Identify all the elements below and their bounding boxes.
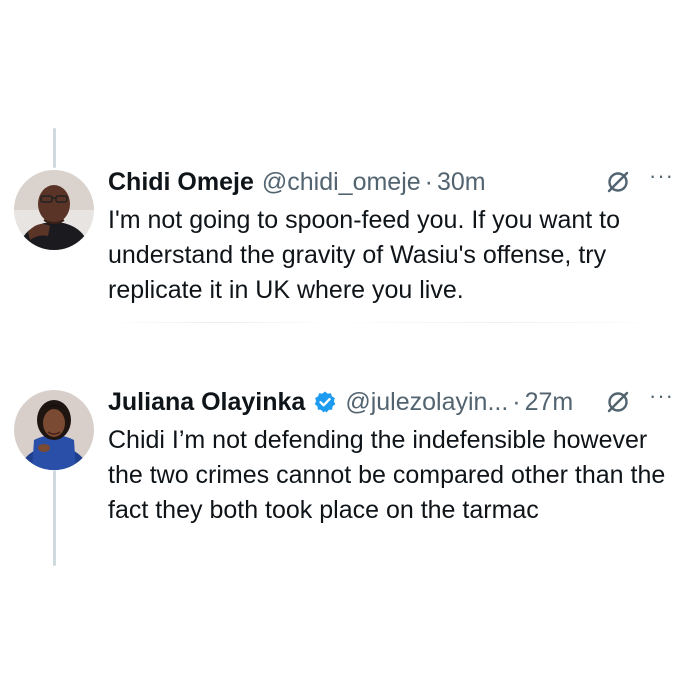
author-name[interactable]: Chidi Omeje — [108, 167, 254, 197]
thread-line-top — [53, 128, 56, 168]
avatar-chidi[interactable] — [14, 170, 94, 250]
timestamp[interactable]: 27m — [525, 387, 574, 417]
grok-icon[interactable] — [605, 389, 631, 415]
tweet-text: Chidi I’m not defending the indefensible… — [108, 426, 666, 524]
more-icon[interactable]: ··· — [649, 385, 674, 407]
avatar-juliana-image — [14, 390, 94, 470]
author-name[interactable]: Juliana Olayinka — [108, 387, 305, 417]
tweet-header: Juliana Olayinka @julezolayin... · 27m ·… — [108, 385, 674, 417]
divider — [110, 322, 666, 323]
avatar-juliana[interactable] — [14, 390, 94, 470]
verified-badge-icon — [313, 390, 337, 414]
thread-line-bottom — [53, 470, 56, 566]
separator-dot: · — [512, 388, 521, 416]
tweet-text: I'm not going to spoon-feed you. If you … — [108, 206, 621, 304]
author-handle[interactable]: @chidi_omeje — [262, 167, 421, 197]
tweet-2[interactable]: Juliana Olayinka @julezolayin... · 27m ·… — [108, 385, 674, 528]
more-icon[interactable]: ··· — [649, 165, 674, 187]
avatar-chidi-image — [14, 170, 94, 250]
grok-icon[interactable] — [605, 169, 631, 195]
tweet-1[interactable]: Chidi Omeje @chidi_omeje · 30m ··· I'm n… — [108, 165, 674, 308]
author-handle[interactable]: @julezolayin... — [345, 387, 508, 417]
separator-dot: · — [424, 168, 433, 196]
tweet-header: Chidi Omeje @chidi_omeje · 30m ··· — [108, 165, 674, 197]
timestamp[interactable]: 30m — [437, 167, 486, 197]
